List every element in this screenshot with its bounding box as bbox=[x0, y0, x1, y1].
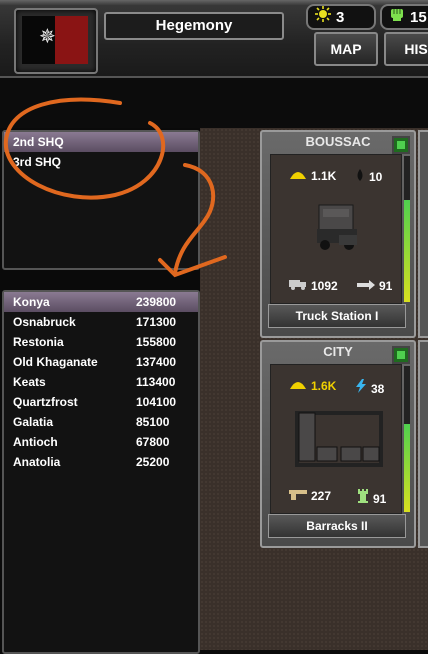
city-list-item[interactable]: Galatia 85100 bbox=[4, 412, 198, 432]
city-list-panel: Konya 239800 Osnabruck 171300 Restonia 1558… bbox=[2, 290, 200, 654]
building-image-frame: 1.1K 10 1092 91 bbox=[270, 154, 402, 304]
truck-icon bbox=[289, 279, 307, 293]
hq-list-panel: 2nd SHQ 3rd SHQ bbox=[2, 130, 200, 270]
hq-list-item[interactable]: 2nd SHQ bbox=[4, 132, 198, 152]
building-location: BOUSSAC bbox=[305, 134, 371, 149]
building-card[interactable]: CITY 1.6K 38 227 91 Barracks II bbox=[260, 340, 416, 548]
city-value: 113400 bbox=[136, 375, 176, 389]
building-card-partial[interactable] bbox=[418, 340, 428, 548]
city-name: Antioch bbox=[13, 435, 58, 449]
speed-value: 91 bbox=[379, 279, 393, 293]
capacity-bar bbox=[404, 366, 410, 512]
truck-value: 1092 bbox=[311, 279, 338, 293]
energy-value: 38 bbox=[371, 382, 385, 396]
capacity-bar bbox=[404, 156, 410, 302]
building-card[interactable]: BOUSSAC 1.1K 10 1092 91 Truck Station I bbox=[260, 130, 416, 338]
city-value: 25200 bbox=[136, 455, 170, 469]
city-name: Konya bbox=[13, 295, 50, 309]
city-value: 171300 bbox=[136, 315, 177, 329]
sun-icon bbox=[314, 6, 332, 29]
map-button[interactable]: MAP bbox=[314, 32, 378, 66]
defense-stat: 91 bbox=[357, 489, 386, 506]
hq-list-item[interactable]: 3rd SHQ bbox=[4, 152, 198, 172]
weapon-stat: 227 bbox=[289, 489, 331, 503]
city-name: Anatolia bbox=[13, 455, 61, 469]
tower-icon bbox=[357, 489, 369, 506]
city-value: 85100 bbox=[136, 415, 170, 429]
status-light-icon bbox=[392, 346, 410, 364]
city-list-item[interactable]: Osnabruck 171300 bbox=[4, 312, 198, 332]
arrow-icon bbox=[357, 279, 375, 293]
speed-stat: 91 bbox=[357, 279, 392, 293]
hq-item-label: 2nd SHQ bbox=[13, 135, 64, 149]
oil-value: 10 bbox=[369, 170, 383, 184]
city-name: Keats bbox=[13, 375, 46, 389]
city-name: Restonia bbox=[13, 335, 64, 349]
city-name: Old Khaganate bbox=[13, 355, 98, 369]
city-name: Quartzfrost bbox=[13, 395, 78, 409]
building-location: CITY bbox=[323, 344, 353, 359]
city-list-item[interactable]: Anatolia 25200 bbox=[4, 452, 198, 472]
city-list-item[interactable]: Antioch 67800 bbox=[4, 432, 198, 452]
fist-icon bbox=[388, 6, 406, 29]
oil-stat: 10 bbox=[355, 169, 382, 184]
resource-a[interactable]: 3 bbox=[306, 4, 376, 30]
manpower-stat: 1.1K bbox=[289, 169, 336, 183]
city-list-item[interactable]: Old Khaganate 137400 bbox=[4, 352, 198, 372]
truck-station-image bbox=[317, 204, 357, 250]
eagle-emblem-icon: ✵ bbox=[39, 26, 56, 48]
city-value: 104100 bbox=[136, 395, 177, 409]
city-list-item[interactable]: Keats 113400 bbox=[4, 372, 198, 392]
city-value: 137400 bbox=[136, 355, 177, 369]
city-value: 155800 bbox=[136, 335, 177, 349]
city-list-item[interactable]: Konya 239800 bbox=[4, 292, 198, 312]
building-name: Truck Station I bbox=[268, 304, 406, 328]
gun-icon bbox=[289, 489, 307, 503]
top-bar: ✵ Hegemony 3 15 MAP HIS bbox=[0, 0, 428, 78]
history-button[interactable]: HIS bbox=[384, 32, 428, 66]
city-name: Osnabruck bbox=[13, 315, 76, 329]
manpower-value: 1.6K bbox=[311, 379, 337, 393]
energy-stat: 38 bbox=[355, 379, 384, 396]
header-gap bbox=[0, 78, 428, 128]
city-list-item[interactable]: Quartzfrost 104100 bbox=[4, 392, 198, 412]
resource-b[interactable]: 15 bbox=[380, 4, 428, 30]
barracks-image bbox=[295, 411, 383, 467]
weapon-value: 227 bbox=[311, 489, 332, 503]
city-name: Galatia bbox=[13, 415, 54, 429]
building-image-frame: 1.6K 38 227 91 bbox=[270, 364, 402, 514]
building-name: Barracks II bbox=[268, 514, 406, 538]
city-value: 67800 bbox=[136, 435, 170, 449]
resource-a-value: 3 bbox=[336, 9, 345, 26]
nation-title: Hegemony bbox=[104, 12, 284, 40]
building-card-partial[interactable] bbox=[418, 130, 428, 338]
defense-value: 91 bbox=[373, 492, 387, 506]
helmet-icon bbox=[289, 379, 307, 393]
resource-b-value: 15 bbox=[410, 9, 427, 26]
manpower-value: 1.1K bbox=[311, 169, 337, 183]
nation-flag-frame[interactable]: ✵ bbox=[14, 8, 98, 74]
drop-icon bbox=[355, 169, 365, 184]
truck-stat: 1092 bbox=[289, 279, 338, 293]
helmet-icon bbox=[289, 169, 307, 183]
city-list-item[interactable]: Restonia 155800 bbox=[4, 332, 198, 352]
hq-item-label: 3rd SHQ bbox=[13, 155, 62, 169]
manpower-stat: 1.6K bbox=[289, 379, 336, 393]
lightning-icon bbox=[355, 379, 367, 396]
city-value: 239800 bbox=[136, 295, 177, 309]
status-light-icon bbox=[392, 136, 410, 154]
